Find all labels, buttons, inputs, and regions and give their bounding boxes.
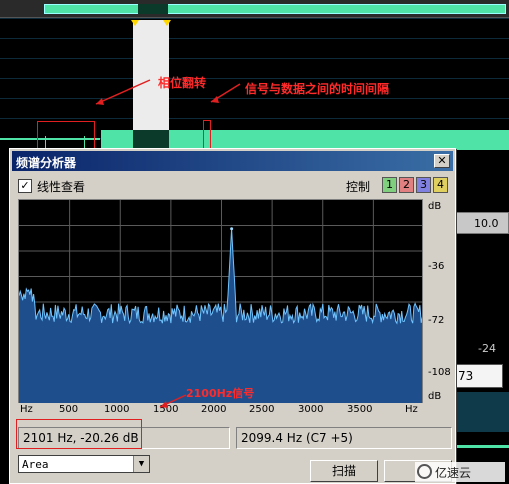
pitch-readout: 2099.4 Hz (C7 +5) — [236, 427, 452, 449]
chevron-down-icon[interactable]: ▼ — [133, 456, 149, 472]
window-type-select[interactable]: Area ▼ — [18, 455, 150, 473]
phase-flip-label: 相位翻转 — [158, 76, 207, 90]
tone-arrowhead — [160, 401, 168, 408]
value-input[interactable]: 73 — [455, 364, 503, 388]
waveform-view[interactable]: 相位翻转 信号与数据之间的时间间隔 — [0, 18, 509, 161]
overview-selection — [138, 4, 168, 14]
scan-button[interactable]: 扫描 — [310, 460, 378, 482]
overview-waveform — [44, 4, 506, 14]
spectrum-analyzer-dialog: 频谱分析器 ✕ ✓ 线性查看 控制 1 2 3 4 dB -36 -72 -10… — [9, 148, 456, 484]
window-type-value: Area — [22, 458, 49, 471]
watermark: 亿速云 — [415, 462, 505, 482]
overview-strip[interactable] — [0, 0, 509, 18]
phase-flip-arrowhead — [96, 98, 104, 105]
gap-label: 信号与数据之间的时间间隔 — [245, 82, 390, 96]
phase-flip-arrow — [95, 79, 151, 105]
right-panel — [455, 150, 509, 484]
waveform-editor: 相位翻转 信号与数据之间的时间间隔 10.0 -24 73 频谱分析器 ✕ ✓ … — [0, 0, 509, 484]
track-waveform — [455, 445, 509, 448]
watermark-text: 亿速云 — [435, 466, 472, 480]
logo-icon — [417, 464, 432, 479]
peak-readout-highlight — [16, 419, 142, 449]
track-region — [455, 392, 509, 432]
time-ruler: 10.0 — [455, 212, 509, 234]
level-label: -24 — [478, 342, 496, 355]
